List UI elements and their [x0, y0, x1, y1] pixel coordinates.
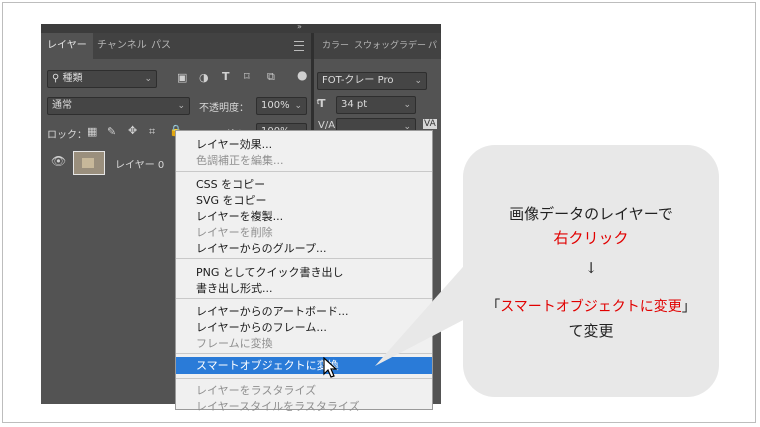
callout-line-3: 「スマートオブジェクトに変更」: [463, 296, 719, 316]
callout-arrow-icon: ↓: [584, 259, 598, 277]
callout-bracket-close: 」: [681, 299, 696, 315]
instruction-callout: 画像データのレイヤーで 右クリック ↓ 「スマートオブジェクトに変更」 て変更: [463, 145, 719, 397]
callout-bracket-open: 「: [486, 299, 501, 315]
callout-line-4: て変更: [568, 322, 614, 340]
callout-line-2: 右クリック: [553, 229, 629, 247]
callout-highlight: スマートオブジェクトに変更: [500, 299, 682, 315]
callout-line-1: 画像データのレイヤーで: [509, 205, 673, 223]
